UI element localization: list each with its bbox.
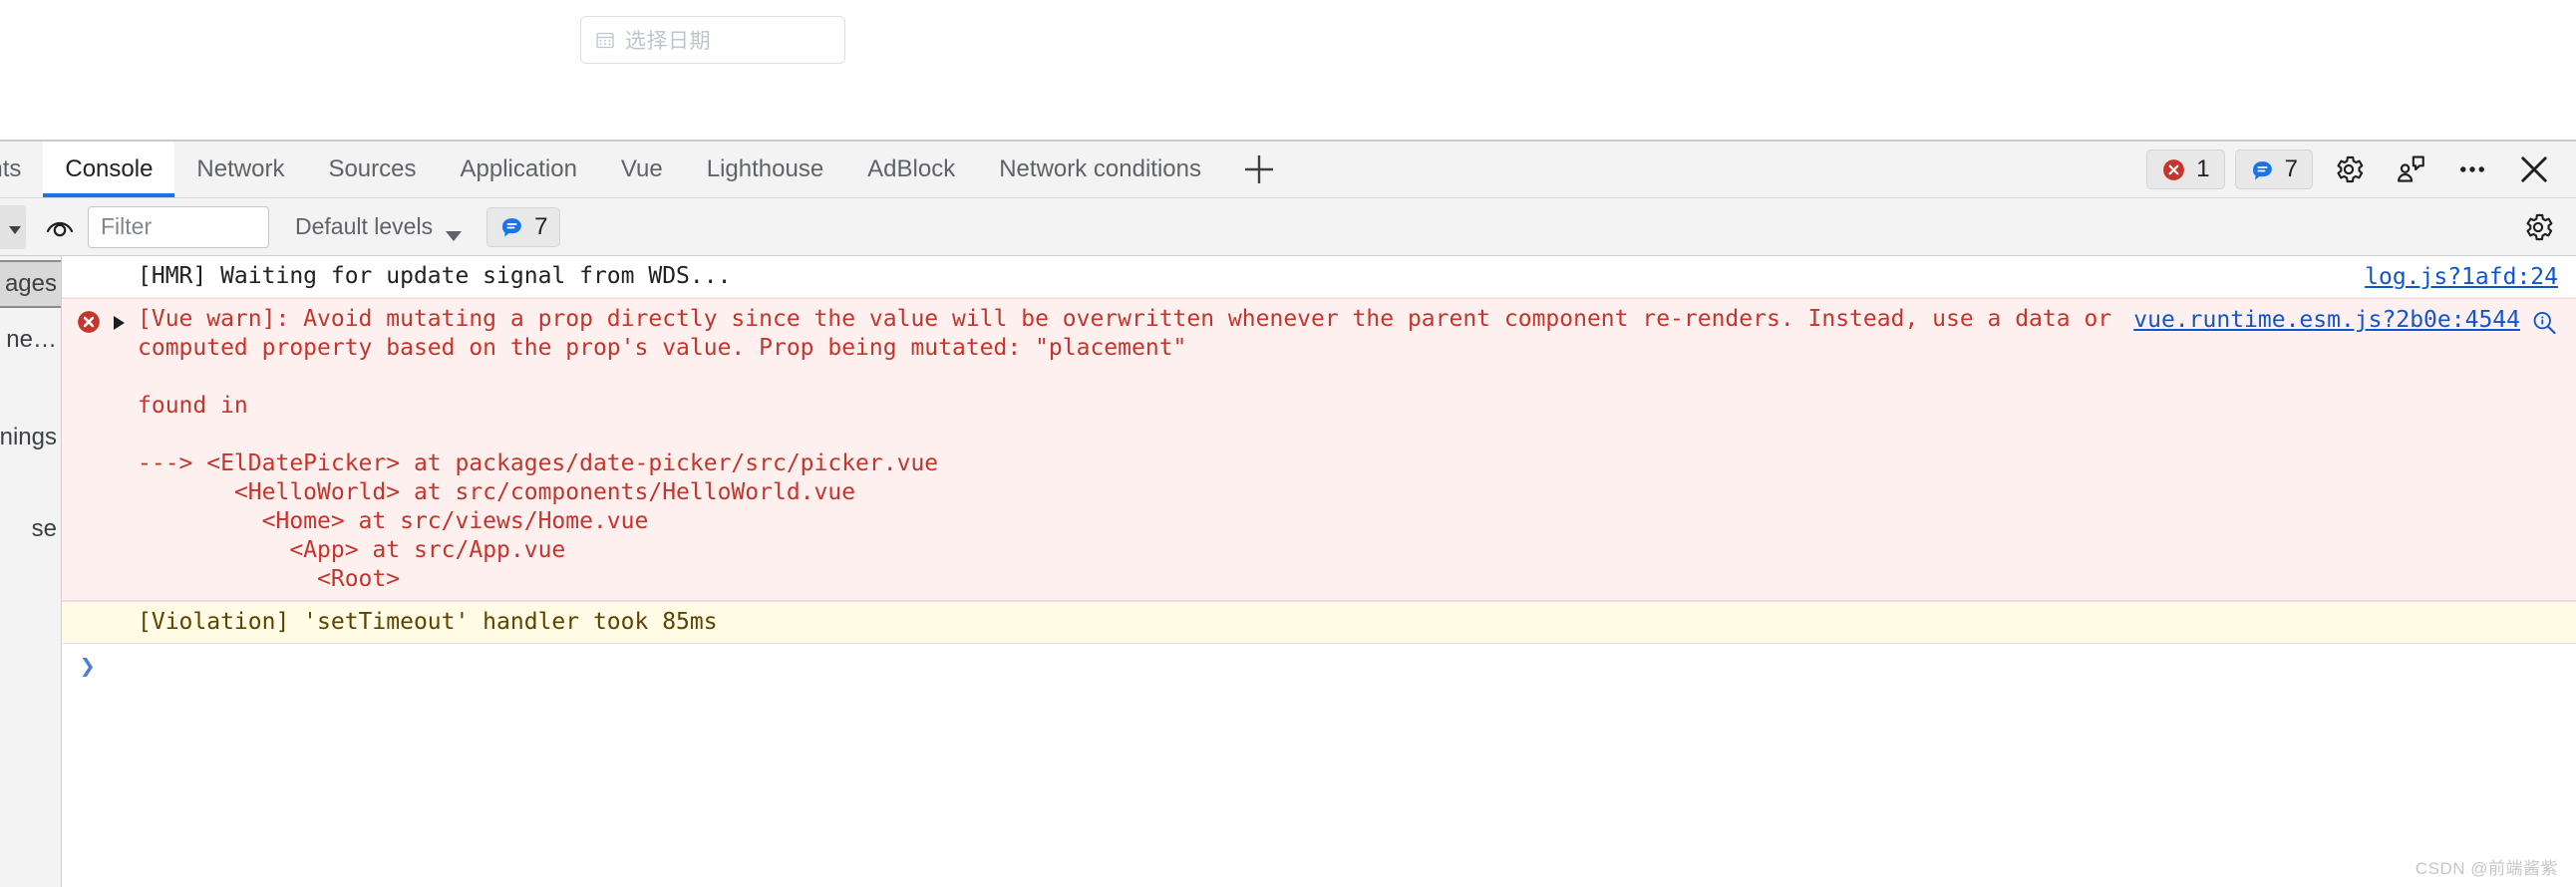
filter-info-count-label: 7 — [534, 212, 548, 240]
tab-elements[interactable]: ments — [0, 142, 43, 197]
search-magnifier-icon[interactable] — [2530, 309, 2558, 337]
message-source-link[interactable]: log.js?1afd:24 — [2365, 264, 2558, 290]
chevron-down-icon — [445, 221, 463, 241]
tab-application[interactable]: Application — [439, 142, 599, 197]
sidebar-item-verbose[interactable]: se — [0, 505, 61, 553]
error-circle-icon — [2161, 157, 2186, 182]
tab-label: Sources — [328, 155, 417, 182]
eye-icon — [43, 209, 77, 244]
console-message-row[interactable]: [Violation] 'setTimeout' handler took 85… — [62, 600, 2576, 644]
tab-vue[interactable]: Vue — [599, 142, 685, 197]
console-filter-toolbar: Default levels 7 — [0, 198, 2576, 256]
console-message-row[interactable]: [Vue warn]: Avoid mutating a prop direct… — [62, 297, 2576, 601]
feedback-button[interactable] — [2385, 146, 2436, 193]
message-gutter — [62, 262, 138, 266]
info-count-badge[interactable]: 7 — [2234, 149, 2313, 189]
log-levels-dropdown[interactable]: Default levels — [287, 205, 471, 249]
error-count-badge[interactable]: 1 — [2146, 149, 2225, 189]
console-prompt[interactable]: ❯ — [62, 644, 2576, 700]
error-count-label: 1 — [2196, 155, 2210, 182]
calendar-icon — [595, 30, 615, 50]
tab-label: Network — [196, 155, 285, 182]
console-message-list[interactable]: [HMR] Waiting for update signal from WDS… — [62, 256, 2576, 887]
add-panel-button[interactable] — [1223, 142, 1295, 197]
sidebar-item-label: se — [31, 515, 57, 542]
message-source-link[interactable]: vue.runtime.esm.js?2b0e:4544 — [2133, 307, 2520, 333]
filter-input[interactable] — [88, 205, 269, 248]
sidebar-item-label: nings — [0, 424, 57, 450]
date-picker-placeholder: 选择日期 — [625, 30, 711, 53]
message-text: [Vue warn]: Avoid mutating a prop direct… — [138, 305, 2112, 592]
log-levels-label: Default levels — [295, 213, 434, 239]
info-count-label: 7 — [2284, 155, 2298, 182]
tab-adblock[interactable]: AdBlock — [845, 142, 977, 197]
tab-label: ments — [0, 155, 22, 182]
tab-network[interactable]: Network — [174, 142, 306, 197]
filter-info-count-badge[interactable]: 7 — [486, 206, 561, 247]
more-options-icon — [2455, 152, 2489, 186]
tab-label: AdBlock — [867, 155, 956, 182]
console-message-row[interactable]: [HMR] Waiting for update signal from WDS… — [62, 256, 2576, 298]
plus-icon — [1242, 152, 1276, 186]
sidebar-item-label: ne… — [6, 326, 57, 353]
devtools-tab-bar: ments Console Network Sources Applicatio… — [0, 142, 2576, 198]
sidebar-item-user-messages[interactable]: ne… — [0, 316, 61, 364]
devtools-panel: ments Console Network Sources Applicatio… — [0, 140, 2576, 887]
close-devtools-button[interactable] — [2508, 146, 2560, 193]
console-body: ages ne… nings se [HMR] Waiting for upda… — [0, 256, 2576, 887]
watermark: CSDN @前端酱紫 — [2415, 859, 2558, 878]
tab-sources[interactable]: Sources — [306, 142, 438, 197]
tab-label: Console — [65, 155, 154, 182]
devtools-tabs: ments Console Network Sources Applicatio… — [0, 142, 2132, 197]
live-expression-button[interactable] — [32, 205, 88, 249]
tab-console[interactable]: Console — [43, 142, 175, 197]
web-page-area: 选择日期 — [0, 0, 2576, 140]
tab-lighthouse[interactable]: Lighthouse — [685, 142, 845, 197]
chevron-down-icon — [8, 222, 22, 234]
info-bubble-icon — [499, 214, 524, 239]
message-gutter — [62, 608, 138, 612]
tab-label: Network conditions — [999, 155, 1201, 182]
console-sidebar: ages ne… nings se — [0, 256, 62, 887]
settings-gear-button[interactable] — [2323, 146, 2375, 193]
tab-label: Lighthouse — [706, 155, 824, 182]
tab-label: Vue — [620, 155, 663, 182]
sidebar-item-warnings[interactable]: nings — [0, 414, 61, 461]
message-gutter — [62, 305, 138, 335]
expand-triangle-icon[interactable] — [110, 313, 128, 333]
console-settings-gear-icon — [2521, 210, 2555, 244]
tab-network-conditions[interactable]: Network conditions — [977, 142, 1223, 197]
close-icon — [2516, 151, 2552, 187]
date-picker-input[interactable]: 选择日期 — [580, 16, 845, 64]
message-text: [Violation] 'setTimeout' handler took 85… — [138, 608, 718, 635]
sidebar-item-label: ages — [4, 270, 57, 297]
tab-label: Application — [460, 155, 577, 182]
settings-gear-icon — [2332, 152, 2366, 186]
prompt-caret-icon: ❯ — [80, 651, 96, 682]
console-sidebar-toggle[interactable] — [0, 204, 26, 249]
devtools-status-area: 1 7 — [2132, 142, 2576, 197]
more-options-button[interactable] — [2446, 146, 2498, 193]
sidebar-item-all-messages[interactable]: ages — [0, 260, 61, 308]
console-settings-button[interactable] — [2512, 203, 2564, 251]
info-bubble-icon — [2250, 157, 2275, 182]
error-circle-icon — [76, 309, 102, 335]
console-settings-area — [2512, 203, 2576, 251]
feedback-icon — [2394, 152, 2427, 186]
message-text: [HMR] Waiting for update signal from WDS… — [138, 263, 732, 289]
